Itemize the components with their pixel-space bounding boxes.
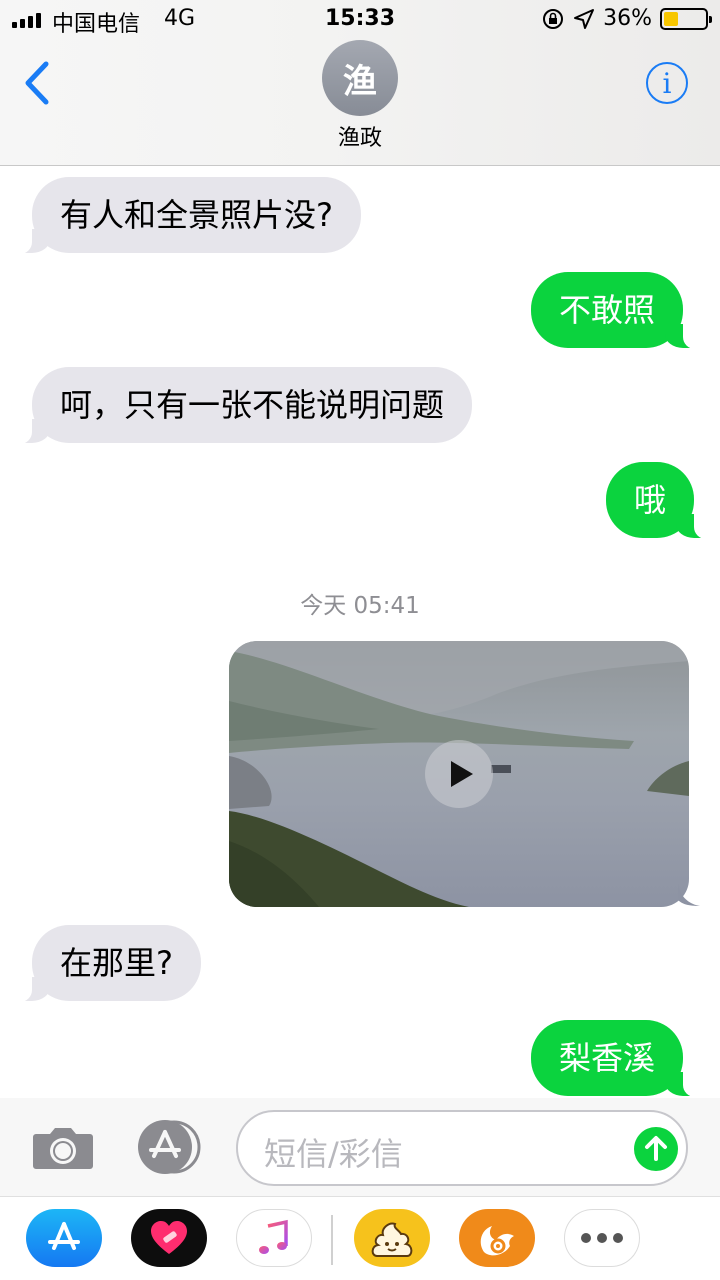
battery-icon [660, 7, 712, 30]
send-button[interactable] [634, 1127, 678, 1171]
location-arrow-icon [574, 8, 595, 29]
orientation-lock-icon [543, 8, 564, 29]
contact-avatar[interactable]: 渔 [322, 40, 398, 116]
back-chevron-icon[interactable] [22, 60, 52, 106]
app-store-app-icon[interactable] [26, 1209, 102, 1267]
more-apps-icon[interactable] [564, 1209, 640, 1267]
incoming-message[interactable]: 有人和全景照片没? [12, 177, 361, 254]
message-input[interactable]: 短信/彩信 [236, 1110, 688, 1186]
video-message-thumbnail[interactable] [229, 641, 689, 907]
heart-app-icon[interactable] [131, 1209, 207, 1267]
outgoing-message[interactable]: 哦 [606, 462, 715, 539]
uc-browser-app-icon[interactable] [459, 1209, 535, 1267]
message-timestamp: 今天 05:41 [300, 593, 420, 619]
contact-name[interactable]: 渔政 [0, 120, 720, 152]
status-bar: 中国电信 4G 15:33 36% [0, 0, 720, 40]
poop-sticker-app-icon[interactable] [354, 1209, 430, 1267]
app-drawer [0, 1196, 720, 1280]
broken-heart-icon [151, 1221, 187, 1254]
info-button[interactable]: i [646, 62, 688, 104]
incoming-message[interactable]: 呵，只有一张不能说明问题 [11, 367, 473, 444]
outgoing-message[interactable]: 不敢照 [531, 272, 704, 349]
camera-icon[interactable] [32, 1124, 94, 1170]
outgoing-message[interactable]: 梨香溪 [531, 1020, 704, 1097]
app-store-glyph-icon [48, 1222, 80, 1250]
battery-level-fill [664, 11, 679, 26]
conversation-header: 中国电信 4G 15:33 36% 渔 渔政 i [0, 0, 720, 166]
app-store-drawer-icon[interactable] [134, 1120, 204, 1174]
message-input-placeholder: 短信/彩信 [264, 1135, 403, 1173]
play-icon[interactable] [425, 740, 493, 808]
ellipsis-icon [581, 1233, 623, 1243]
squirrel-icon [480, 1226, 514, 1256]
compose-bar: 短信/彩信 [0, 1098, 720, 1196]
battery-percent: 36% [603, 6, 652, 31]
music-app-icon[interactable] [236, 1209, 312, 1267]
poop-emoji-icon [371, 1222, 413, 1257]
incoming-message[interactable]: 在那里? [12, 925, 201, 1002]
arrow-up-icon [645, 1136, 667, 1161]
app-drawer-divider [331, 1215, 333, 1265]
music-note-icon [259, 1219, 288, 1254]
bubble-tail [678, 884, 700, 906]
